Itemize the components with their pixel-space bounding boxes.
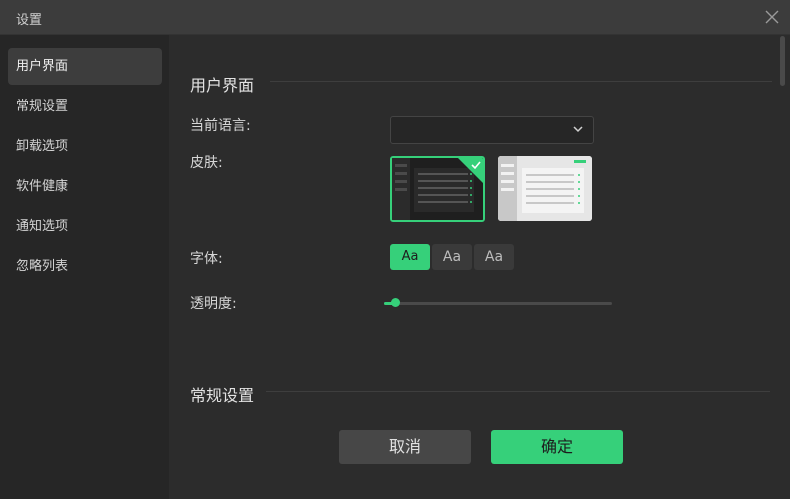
section-title-general: 常规设置 (190, 386, 255, 405)
title-bar: 设置 (0, 0, 790, 35)
sidebar-item-uninstall[interactable]: 卸载选项 (8, 128, 162, 165)
ok-button[interactable]: 确定 (491, 430, 623, 464)
font-size-medium-button[interactable]: Aa (432, 244, 472, 270)
sidebar: 用户界面 常规设置 卸载选项 软件健康 通知选项 忽略列表 (0, 35, 169, 499)
font-size-large-button[interactable]: Aa (474, 244, 514, 270)
language-select[interactable] (390, 116, 594, 144)
light-skin-preview (498, 156, 592, 221)
section-title-ui: 用户界面 (190, 76, 255, 95)
opacity-label: 透明度: (190, 296, 237, 312)
skin-dark-option[interactable] (390, 156, 485, 222)
font-label: 字体: (190, 251, 223, 267)
skin-light-option[interactable] (498, 156, 592, 221)
section-divider (270, 81, 772, 82)
sidebar-item-ui[interactable]: 用户界面 (8, 48, 162, 85)
scrollbar-thumb[interactable] (780, 36, 785, 86)
section-divider (266, 391, 770, 392)
opacity-slider-track[interactable] (384, 302, 612, 305)
close-button[interactable] (762, 7, 782, 27)
skin-label: 皮肤: (190, 155, 223, 171)
sidebar-item-ignore-list[interactable]: 忽略列表 (8, 248, 162, 285)
window-title: 设置 (16, 13, 43, 28)
chevron-down-icon (573, 126, 583, 133)
sidebar-item-notifications[interactable]: 通知选项 (8, 208, 162, 245)
close-icon (765, 10, 779, 24)
cancel-button[interactable]: 取消 (339, 430, 471, 464)
language-label: 当前语言: (190, 118, 251, 134)
sidebar-item-health[interactable]: 软件健康 (8, 168, 162, 205)
sidebar-item-general[interactable]: 常规设置 (8, 88, 162, 125)
font-size-small-button[interactable]: Aa (390, 244, 430, 270)
dark-skin-preview (392, 158, 483, 220)
opacity-slider-thumb[interactable] (391, 298, 400, 307)
